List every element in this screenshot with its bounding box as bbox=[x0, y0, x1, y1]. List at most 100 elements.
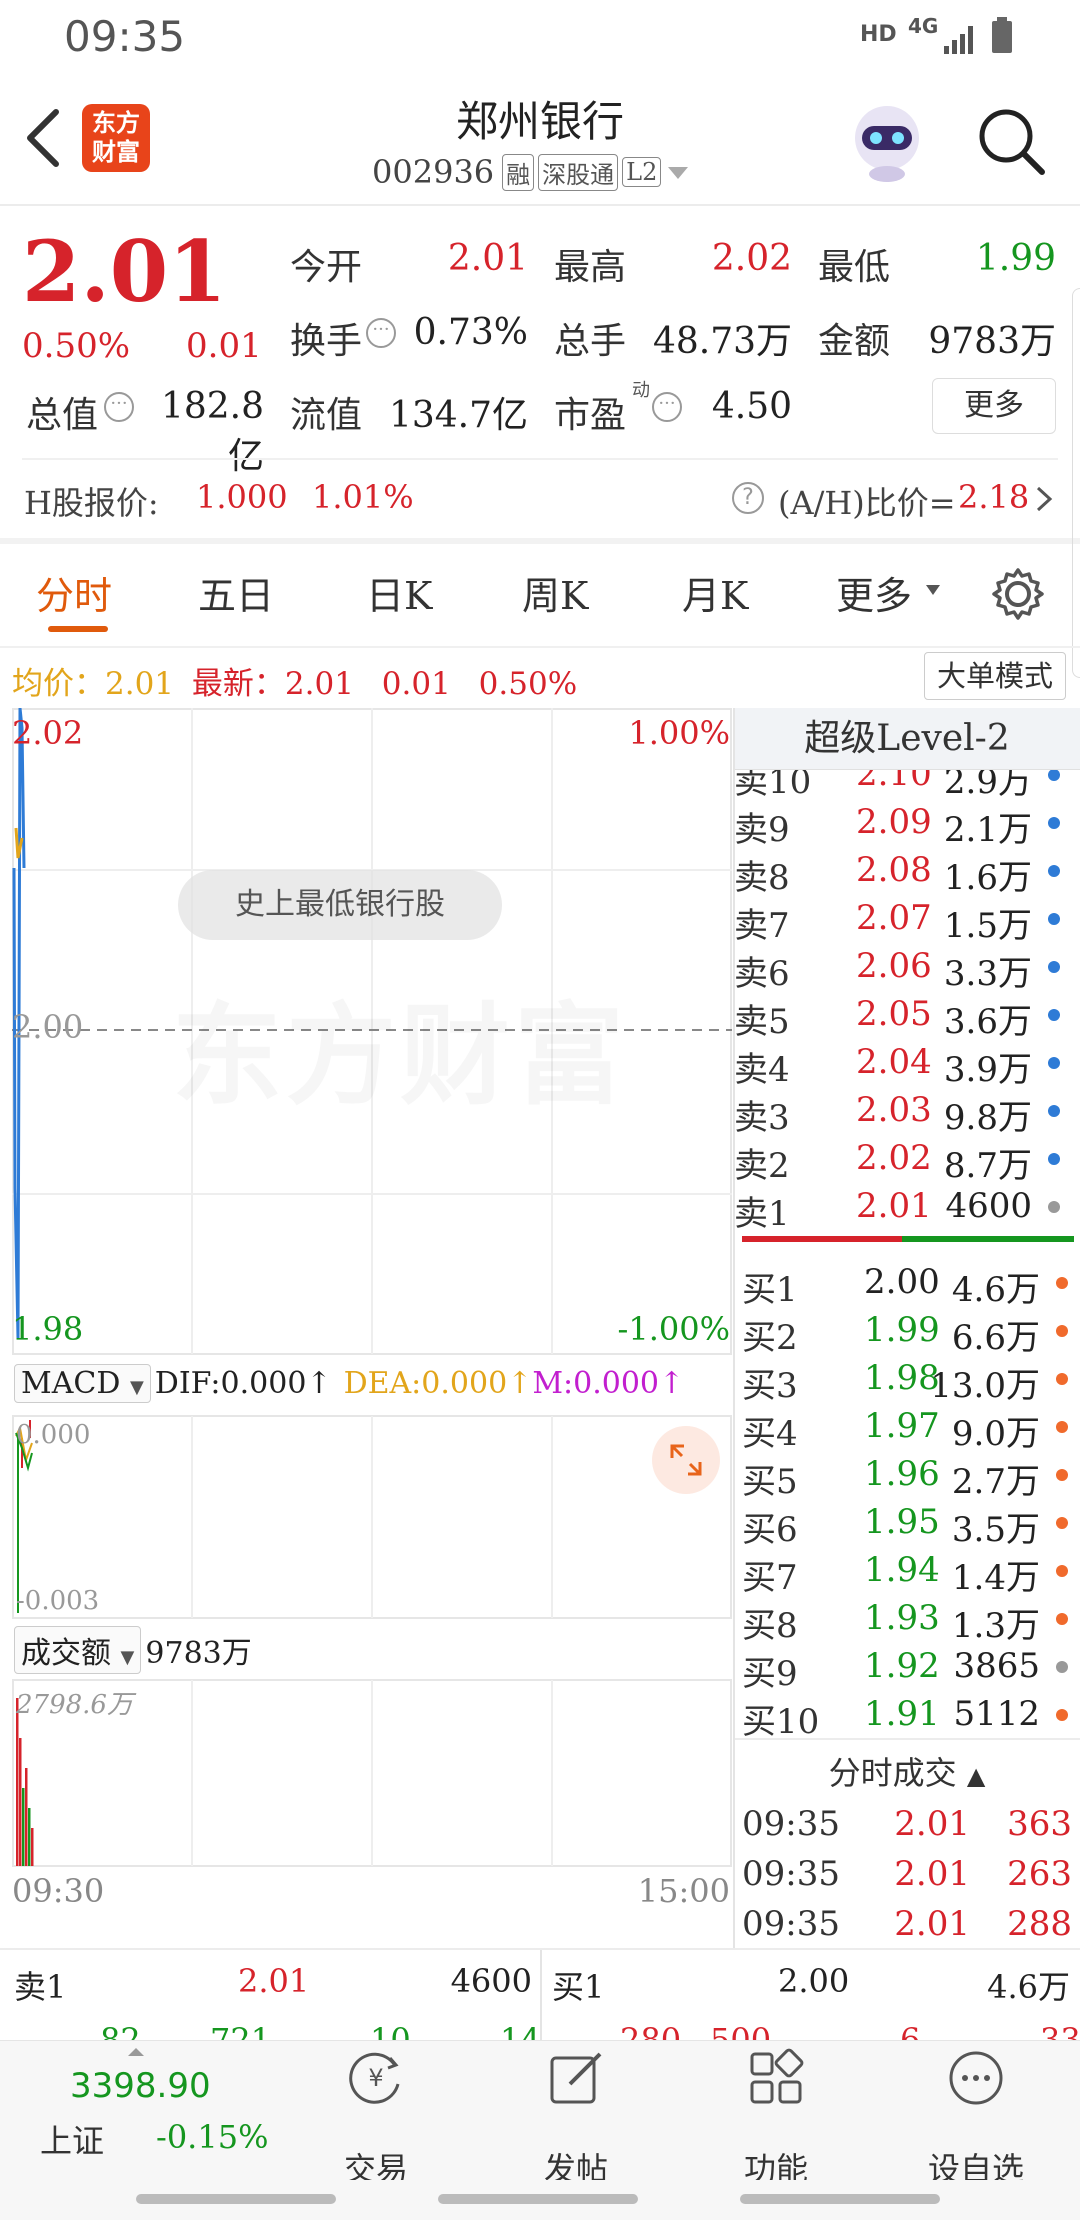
bid-price: 1.94 bbox=[864, 1550, 940, 1590]
bid-row[interactable]: 买3 1.98 13.0万 bbox=[742, 1354, 1080, 1406]
side-handle[interactable] bbox=[1072, 288, 1080, 678]
intraday-chart[interactable]: 东方财富 史上最低银行股 2.02 1.00% 2.00 1.98 -1.00%… bbox=[12, 707, 732, 1910]
bid-row[interactable]: 买10 1.91 5112 bbox=[742, 1690, 1080, 1742]
help-icon[interactable]: ? bbox=[732, 482, 764, 514]
volume-legend: 成交额 ▼ 9783万 bbox=[14, 1624, 252, 1676]
nav-pill-right[interactable] bbox=[740, 2194, 940, 2204]
stock-name: 郑州银行 bbox=[455, 97, 624, 146]
partial-value: 280 bbox=[620, 2024, 681, 2040]
bid-indicator-dot bbox=[1056, 1421, 1068, 1433]
trades-title[interactable]: 分时成交 ▲ bbox=[734, 1748, 1080, 1794]
collapse-up-icon[interactable]: ▲ bbox=[967, 1762, 985, 1790]
expand-chart-button[interactable] bbox=[652, 1426, 720, 1494]
y-bottom-pct-label: -1.00% bbox=[617, 1310, 730, 1348]
stock-code-row[interactable]: 002936 融 深股通 L2 bbox=[372, 152, 691, 192]
label-amount: 金额 bbox=[818, 321, 891, 362]
trade-row: 09:35 2.01 288 bbox=[742, 1900, 1072, 1950]
bid-row[interactable]: 买4 1.97 9.0万 bbox=[742, 1402, 1080, 1454]
ask-row[interactable]: 卖5 2.05 3.6万 bbox=[734, 990, 1072, 1042]
volume-bar bbox=[19, 1738, 22, 1866]
ask-level-label: 卖7 bbox=[734, 906, 790, 946]
index-pct[interactable]: -0.15% bbox=[156, 2118, 268, 2156]
level2-title[interactable]: 超级Level-2 bbox=[734, 708, 1080, 770]
robot-assistant-icon[interactable] bbox=[844, 98, 930, 184]
tab-weekly-k[interactable]: 周K bbox=[522, 565, 588, 620]
brand-logo[interactable]: 东方财富 bbox=[82, 104, 150, 172]
search-icon[interactable] bbox=[976, 106, 1046, 176]
tab-active-indicator bbox=[48, 626, 108, 632]
bottom-bid-price: 2.00 bbox=[778, 1962, 850, 2000]
bid-row[interactable]: 买1 2.00 4.6万 bbox=[742, 1258, 1080, 1310]
ask-level-label: 卖1 bbox=[734, 1194, 790, 1234]
settings-gear-icon[interactable] bbox=[990, 566, 1046, 622]
ask-price: 2.02 bbox=[856, 1138, 932, 1178]
macd-dropdown-icon: ▼ bbox=[129, 1376, 144, 1398]
info-dots-icon[interactable]: ··· bbox=[652, 392, 682, 422]
news-bubble[interactable]: 史上最低银行股 bbox=[178, 870, 502, 940]
bid-level-label: 买2 bbox=[742, 1318, 798, 1358]
ask-row[interactable]: 卖1 2.01 4600 bbox=[734, 1182, 1072, 1234]
ask-row[interactable]: 卖7 2.07 1.5万 bbox=[734, 894, 1072, 946]
ask-row[interactable]: 卖3 2.03 9.8万 bbox=[734, 1086, 1072, 1138]
value-high: 2.02 bbox=[711, 238, 792, 279]
volume-selector[interactable]: 成交额 ▼ bbox=[14, 1626, 142, 1674]
bid-row[interactable]: 买2 1.99 6.6万 bbox=[742, 1306, 1080, 1358]
value-volume: 48.73万 bbox=[652, 321, 792, 362]
bid-price: 1.92 bbox=[864, 1646, 940, 1686]
ask-row[interactable]: 卖9 2.09 2.1万 bbox=[734, 798, 1072, 850]
bid-indicator-dot bbox=[1056, 1709, 1068, 1721]
chevron-right-icon[interactable] bbox=[1034, 484, 1054, 514]
macd-selector[interactable]: MACD ▼ bbox=[14, 1363, 151, 1403]
bid-volume: 2.7万 bbox=[951, 1462, 1040, 1502]
bid-row[interactable]: 买9 1.92 3865 bbox=[742, 1642, 1080, 1694]
volume-bar bbox=[28, 1808, 31, 1866]
yuan-exchange-icon: ¥ bbox=[349, 2052, 400, 2104]
nav-pill-center[interactable] bbox=[438, 2194, 638, 2204]
ask-row[interactable]: 卖10 2.10 2.9万 bbox=[734, 770, 1072, 802]
ah-ratio-label[interactable]: (A/H)比价= bbox=[778, 478, 956, 524]
tab-more-dropdown-icon[interactable] bbox=[924, 583, 942, 597]
bid-row[interactable]: 买8 1.93 1.3万 bbox=[742, 1594, 1080, 1646]
ask-row[interactable]: 卖6 2.06 3.3万 bbox=[734, 942, 1072, 994]
bid-row[interactable]: 买6 1.95 3.5万 bbox=[742, 1498, 1080, 1550]
ask-row[interactable]: 卖4 2.04 3.9万 bbox=[734, 1038, 1072, 1090]
trade-time: 09:35 bbox=[742, 1854, 840, 1894]
ask-bar bbox=[742, 1236, 902, 1242]
tab-more[interactable]: 更多 bbox=[836, 565, 912, 620]
tab-intraday[interactable]: 分时 bbox=[36, 565, 112, 620]
ask-row[interactable]: 卖2 2.02 8.7万 bbox=[734, 1134, 1072, 1186]
value-pe: 4.50 bbox=[711, 386, 792, 427]
ask-row[interactable]: 卖8 2.08 1.6万 bbox=[734, 846, 1072, 898]
trade-time: 09:35 bbox=[742, 1804, 840, 1844]
info-dots-icon[interactable]: ··· bbox=[104, 392, 134, 422]
bid-row[interactable]: 买5 1.96 2.7万 bbox=[742, 1450, 1080, 1502]
watermark: 东方财富 bbox=[172, 966, 628, 1126]
tab-daily-k[interactable]: 日K bbox=[366, 565, 432, 620]
index-name[interactable]: 上证 bbox=[40, 2116, 104, 2162]
volume-bar bbox=[22, 1788, 25, 1866]
dropdown-triangle-icon[interactable] bbox=[665, 162, 691, 182]
bottom-bid-label: 买1 bbox=[552, 1968, 605, 2006]
tab-five-day[interactable]: 五日 bbox=[198, 565, 274, 620]
tab-monthly-k[interactable]: 月K bbox=[682, 565, 748, 620]
ask-indicator-dot bbox=[1048, 913, 1060, 925]
bid-volume: 1.3万 bbox=[951, 1606, 1040, 1646]
bid-bar bbox=[902, 1236, 1074, 1242]
more-button[interactable]: 更多 bbox=[932, 378, 1056, 434]
volume-max-label: 2798.6万 bbox=[16, 1690, 133, 1720]
trade-volume: 263 bbox=[1007, 1854, 1072, 1894]
back-arrow-icon[interactable] bbox=[22, 108, 62, 168]
ah-ratio-value[interactable]: 2.18 bbox=[958, 478, 1029, 516]
grid-function-icon bbox=[750, 2048, 804, 2104]
bid-row[interactable]: 买7 1.94 1.4万 bbox=[742, 1546, 1080, 1598]
ask-price: 2.09 bbox=[856, 802, 932, 842]
gesture-bar bbox=[0, 2180, 1080, 2220]
info-dots-icon[interactable]: ··· bbox=[366, 318, 396, 348]
nav-pill-left[interactable] bbox=[136, 2194, 336, 2204]
big-order-mode-button[interactable]: 大单模式 bbox=[924, 652, 1066, 700]
index-value[interactable]: 3398.90 bbox=[70, 2066, 211, 2106]
trade-volume: 288 bbox=[1007, 1904, 1072, 1944]
label-volume: 总手 bbox=[554, 321, 627, 362]
ask-volume: 1.5万 bbox=[943, 906, 1032, 946]
dea-value: DEA:0.000↑ bbox=[343, 1365, 533, 1401]
